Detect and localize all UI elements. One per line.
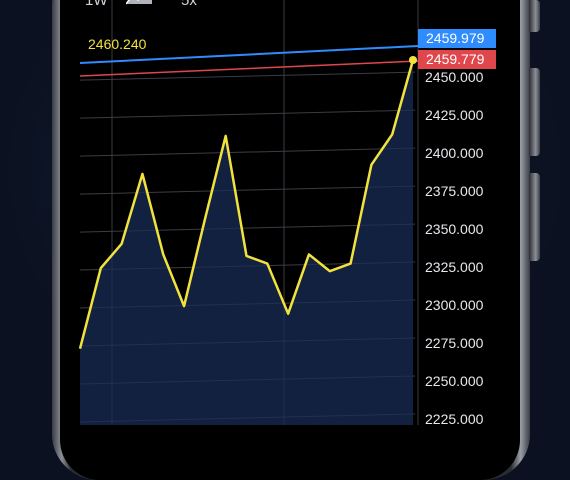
y-tick-label: 2250.000: [425, 373, 484, 389]
price-area-fill: [80, 60, 413, 425]
y-tick-label: 2425.000: [425, 107, 484, 123]
red-price-tag: 2459.779: [418, 50, 496, 69]
last-price-dot: [409, 56, 417, 64]
grid-line-horizontal: [79, 109, 416, 119]
y-tick-label: 2275.000: [425, 335, 484, 351]
blue-price-tag: 2459.979: [418, 29, 496, 48]
y-tick-label: 2225.000: [425, 411, 484, 425]
y-tick-label: 2450.000: [425, 69, 484, 85]
y-tick-label: 2300.000: [425, 297, 484, 313]
high-price-label: 2460.240: [88, 36, 147, 52]
grid-line-horizontal: [79, 147, 416, 157]
y-tick-label: 2375.000: [425, 183, 484, 199]
y-tick-label: 2350.000: [425, 221, 484, 237]
y-tick-label: 2400.000: [425, 145, 484, 161]
y-axis-ticks: 2450.000 2425.000 2400.000 2375.000 2350.000…: [425, 69, 484, 425]
y-tick-label: 2325.000: [425, 259, 484, 275]
